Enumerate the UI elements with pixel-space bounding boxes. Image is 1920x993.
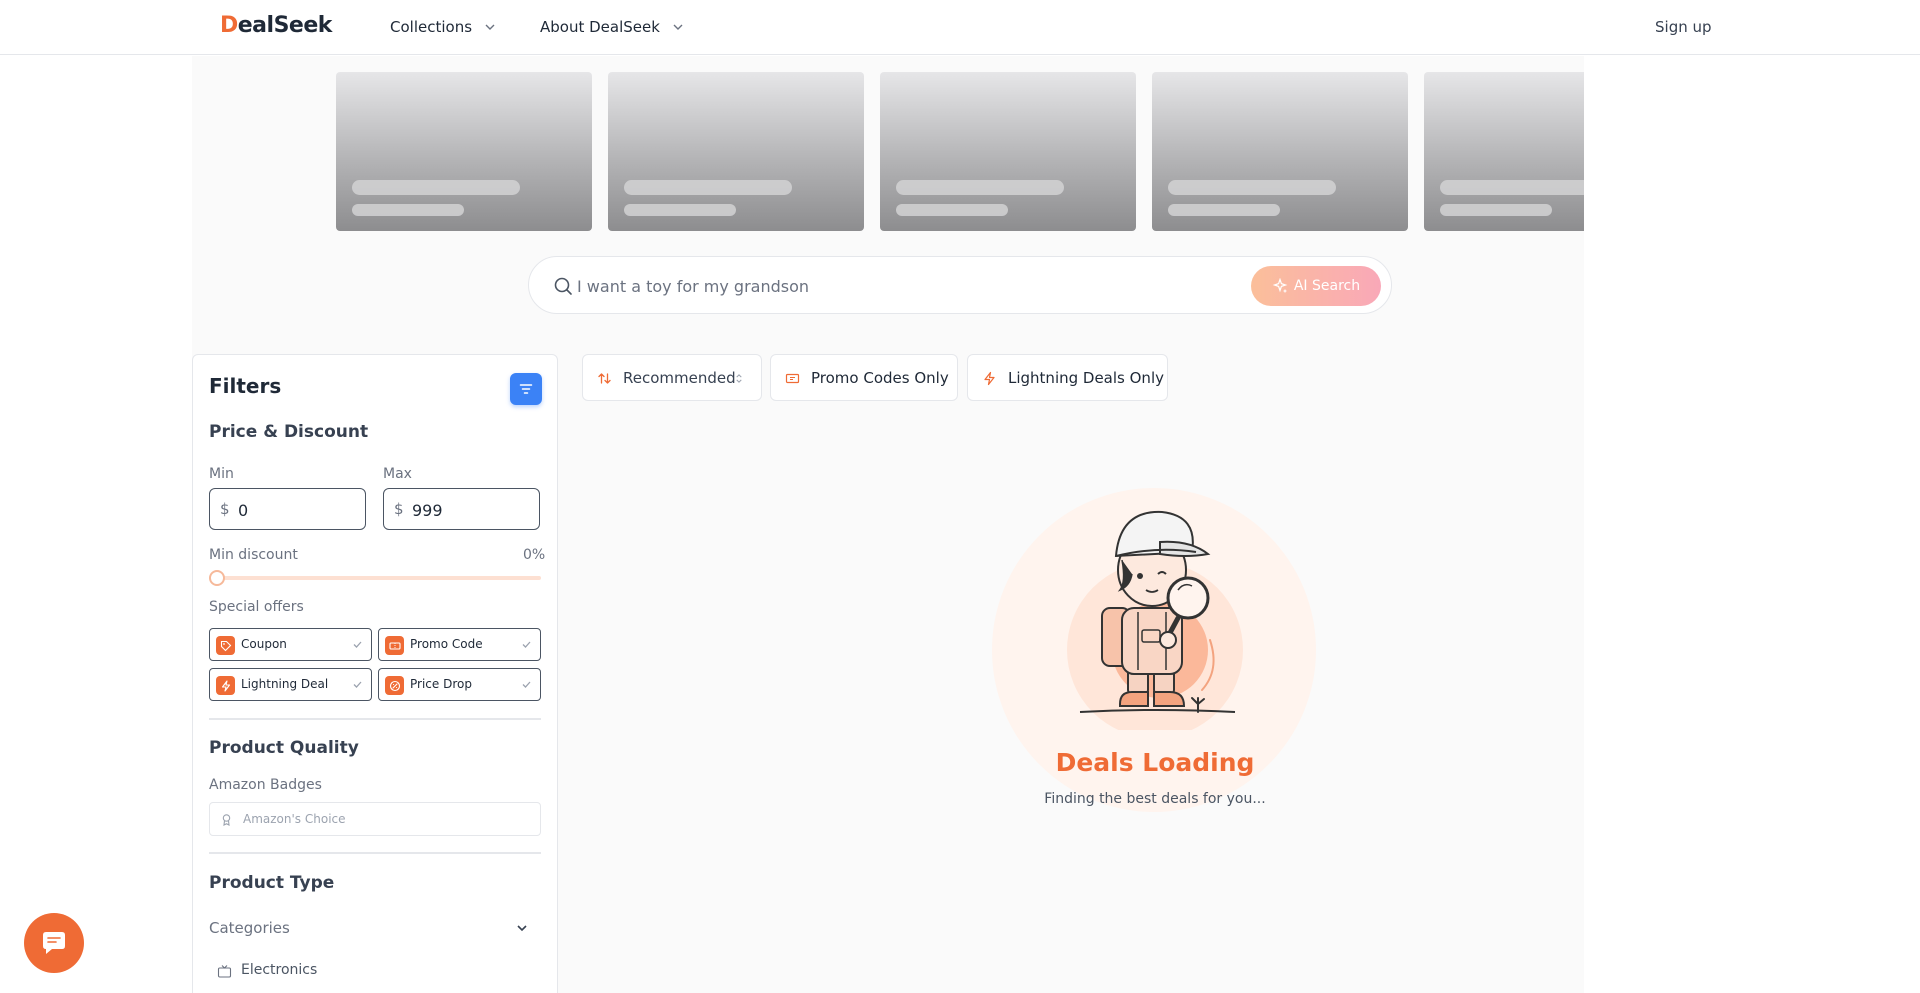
loading-subtitle: Finding the best deals for you... <box>1044 791 1266 807</box>
product-quality-heading: Product Quality <box>209 738 359 758</box>
check-icon <box>522 641 531 648</box>
chevron-down-icon <box>673 24 683 30</box>
signup-link[interactable]: Sign up <box>1655 18 1712 36</box>
select-arrows-icon <box>736 374 742 383</box>
filter-icon <box>519 384 533 394</box>
ai-search-button[interactable]: AI Search <box>1251 266 1381 306</box>
skeleton-card <box>336 72 592 231</box>
max-price-label: Max <box>383 466 412 482</box>
skeleton-card <box>880 72 1136 231</box>
nav-collections[interactable]: Collections <box>390 18 496 36</box>
categories-toggle[interactable]: Categories <box>209 917 541 939</box>
category-item-label: Electronics <box>241 962 318 978</box>
min-discount-value: 0% <box>523 547 546 563</box>
offer-promo-code[interactable]: Promo Code <box>378 628 541 661</box>
lightning-icon <box>984 371 995 386</box>
skeleton-card <box>1152 72 1408 231</box>
lightning-deals-only-button[interactable]: Lightning Deals Only <box>967 354 1168 401</box>
nav-about[interactable]: About DealSeek <box>540 18 684 36</box>
min-price-input[interactable] <box>238 498 358 522</box>
search-icon <box>554 277 572 295</box>
check-icon <box>353 681 362 688</box>
currency-symbol: $ <box>394 500 404 518</box>
chevron-down-icon <box>485 24 495 30</box>
section-divider <box>209 852 541 854</box>
promo-codes-only-label: Promo Codes Only <box>811 369 949 387</box>
offer-lightning-deal-label: Lightning Deal <box>241 677 329 691</box>
tv-icon <box>217 965 232 978</box>
loading-title: Deals Loading <box>1055 748 1255 777</box>
product-type-heading: Product Type <box>209 873 335 893</box>
discount-slider-thumb[interactable] <box>209 570 225 586</box>
offer-coupon[interactable]: Coupon <box>209 628 372 661</box>
lightning-deals-only-label: Lightning Deals Only <box>1008 369 1164 387</box>
lightning-icon <box>216 676 235 695</box>
tag-icon <box>216 636 235 655</box>
chat-bubble-icon <box>43 932 65 954</box>
chat-support-button[interactable] <box>24 913 84 973</box>
promo-codes-only-button[interactable]: Promo Codes Only <box>770 354 958 401</box>
ai-search-label: AI Search <box>1293 278 1361 294</box>
categories-label: Categories <box>209 919 290 937</box>
check-icon <box>522 681 531 688</box>
dealseek-logo[interactable]: DealSeek <box>220 13 332 38</box>
sort-label: Recommended <box>623 369 736 387</box>
award-icon <box>222 814 231 826</box>
ticket-icon <box>385 636 404 655</box>
amazon-badges-label: Amazon Badges <box>209 777 322 793</box>
discount-slider-track[interactable] <box>209 576 541 580</box>
sparkle-icon <box>1272 278 1288 293</box>
check-icon <box>353 641 362 648</box>
min-price-label: Min <box>209 466 234 482</box>
price-discount-heading: Price & Discount <box>209 422 369 442</box>
offer-lightning-deal[interactable]: Lightning Deal <box>209 668 372 701</box>
deals-carousel <box>336 72 1584 231</box>
price-drop-icon <box>385 676 404 695</box>
chevron-down-icon <box>517 925 527 932</box>
sort-select[interactable]: Recommended <box>582 354 762 401</box>
section-divider <box>209 718 541 720</box>
max-price-input[interactable] <box>412 498 532 522</box>
min-discount-label: Min discount <box>209 547 298 563</box>
max-price-field: $ <box>383 488 540 530</box>
explorer-mascot-illustration <box>1067 510 1243 730</box>
offer-price-drop-label: Price Drop <box>410 677 472 691</box>
filters-panel: Filters Price & Discount Min Max $ $ Min… <box>192 354 558 993</box>
search-input[interactable] <box>577 271 1257 301</box>
nav-about-label: About DealSeek <box>540 18 660 36</box>
amazon-badges-select[interactable]: Amazon's Choice <box>209 802 541 836</box>
filters-title: Filters <box>209 374 282 398</box>
offer-coupon-label: Coupon <box>241 637 287 651</box>
skeleton-card <box>1424 72 1584 231</box>
offer-promo-code-label: Promo Code <box>410 637 483 651</box>
skeleton-card <box>608 72 864 231</box>
ai-search-bar: AI Search <box>528 256 1392 314</box>
amazon-badges-placeholder: Amazon's Choice <box>243 812 346 826</box>
top-navbar: DealSeek Collections About DealSeek Sign… <box>0 0 1920 55</box>
sort-icon <box>598 373 611 384</box>
min-price-field: $ <box>209 488 366 530</box>
ticket-icon <box>785 373 800 384</box>
offer-price-drop[interactable]: Price Drop <box>378 668 541 701</box>
currency-symbol: $ <box>220 500 230 518</box>
filter-toggle-button[interactable] <box>510 373 542 405</box>
special-offers-label: Special offers <box>209 599 304 615</box>
nav-collections-label: Collections <box>390 18 473 36</box>
